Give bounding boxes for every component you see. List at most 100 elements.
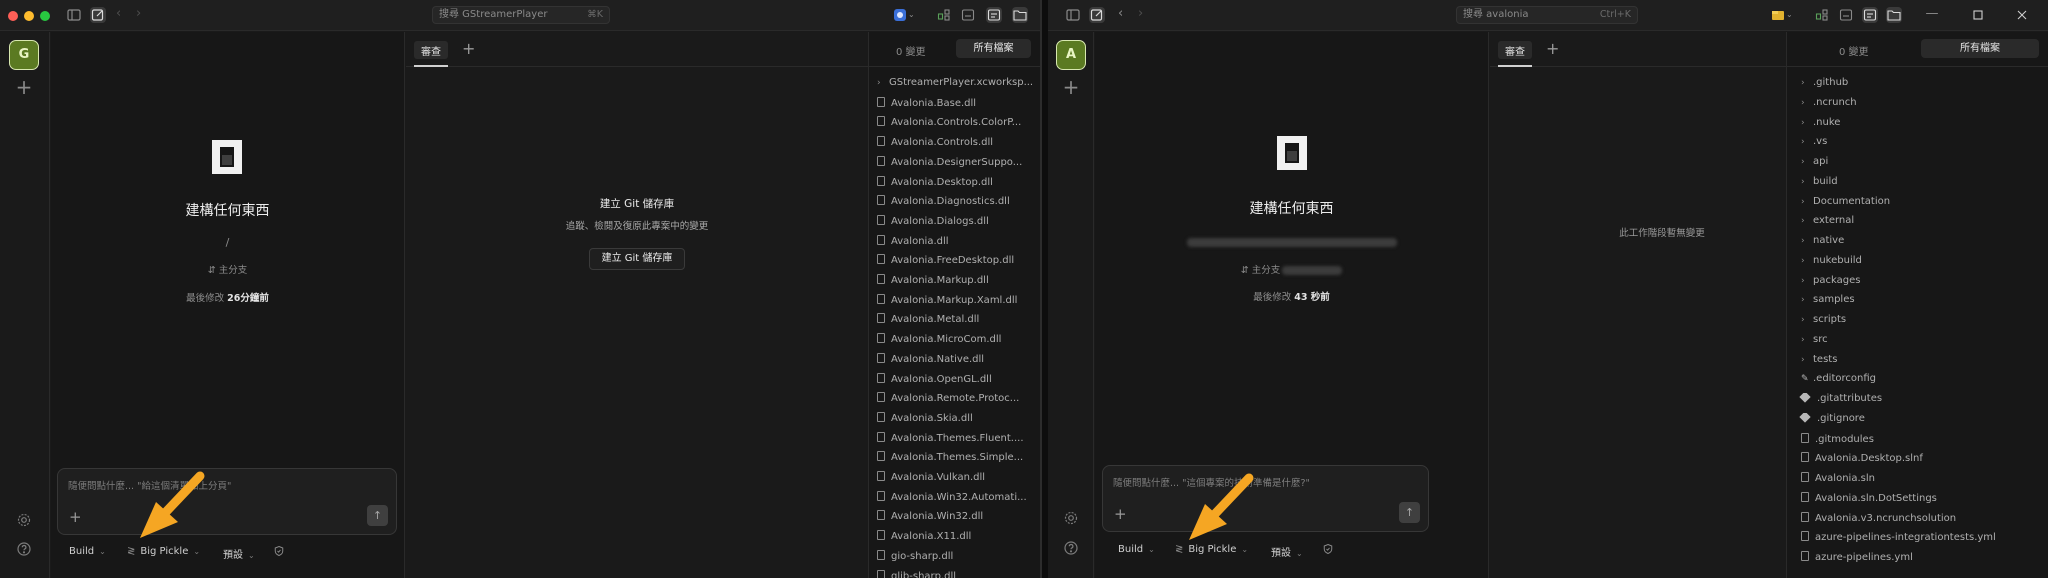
- attach-plus-icon[interactable]: +: [69, 510, 82, 525]
- file-item[interactable]: Avalonia.v3.ncrunchsolution: [1787, 511, 2048, 532]
- editor-picker-icon[interactable]: [1770, 7, 1786, 23]
- help-icon[interactable]: [1063, 540, 1079, 556]
- back-arrow-icon[interactable]: ‹: [1118, 7, 1134, 23]
- file-item[interactable]: Avalonia.DesignerSuppo...: [869, 155, 1040, 176]
- agent-selector[interactable]: Build ⌄: [1118, 544, 1155, 555]
- file-item[interactable]: Avalonia.dll: [869, 234, 1040, 255]
- project-avatar[interactable]: G: [9, 40, 39, 70]
- search-bar[interactable]: 搜尋 avalonia Ctrl+K: [1456, 6, 1638, 24]
- file-item[interactable]: Avalonia.Controls.ColorP...: [869, 116, 1040, 136]
- folder-item[interactable]: › .github: [1787, 77, 2048, 97]
- agent-selector[interactable]: Build ⌄: [69, 546, 106, 557]
- file-item[interactable]: Avalonia.OpenGL.dll: [869, 372, 1040, 393]
- file-item[interactable]: Avalonia.Win32.dll: [869, 510, 1040, 530]
- file-item[interactable]: Avalonia.Markup.dll: [869, 274, 1040, 294]
- panel-bottom-icon[interactable]: [960, 7, 976, 23]
- file-item[interactable]: Avalonia.Base.dll: [869, 96, 1040, 117]
- folder-item[interactable]: › api: [1787, 156, 2048, 176]
- back-arrow-icon[interactable]: ‹: [116, 7, 132, 23]
- file-item[interactable]: azure-pipelines.yml: [1787, 551, 2048, 571]
- send-button[interactable]: ↑: [1399, 502, 1420, 523]
- editor-picker-chevron-icon[interactable]: ⌄: [908, 7, 924, 23]
- file-item[interactable]: .gitattributes: [1787, 393, 2048, 413]
- folder-item[interactable]: › external: [1787, 215, 2048, 235]
- folder-item[interactable]: › GStreamerPlayer.xcworksp...: [869, 77, 1040, 97]
- file-item[interactable]: Avalonia.Dialogs.dll: [869, 214, 1040, 235]
- maximize-window-button[interactable]: [1970, 7, 1986, 23]
- file-item[interactable]: Avalonia.Markup.Xaml.dll: [869, 293, 1040, 314]
- folder-item[interactable]: › build: [1787, 176, 2048, 196]
- sidebar-toggle-icon[interactable]: [1065, 7, 1081, 23]
- add-tab-icon[interactable]: +: [1546, 39, 1559, 58]
- create-git-repo-button[interactable]: 建立 Git 儲存庫: [589, 248, 685, 270]
- model-selector[interactable]: ≷ Big Pickle ⌄: [1175, 544, 1248, 555]
- file-item[interactable]: gio-sharp.dll: [869, 549, 1040, 570]
- all-files-tab[interactable]: 所有檔案: [956, 39, 1031, 58]
- file-item[interactable]: Avalonia.Metal.dll: [869, 313, 1040, 333]
- search-bar[interactable]: 搜尋 GStreamerPlayer ⌘K: [432, 6, 610, 24]
- folder-item[interactable]: › src: [1787, 334, 2048, 354]
- file-item[interactable]: azure-pipelines-integrationtests.yml: [1787, 531, 2048, 551]
- folder-item[interactable]: › packages: [1787, 275, 2048, 295]
- minimize-window-button[interactable]: —: [1924, 7, 1940, 23]
- file-item[interactable]: Avalonia.X11.dll: [869, 530, 1040, 550]
- file-item[interactable]: Avalonia.Desktop.dll: [869, 175, 1040, 196]
- file-item[interactable]: glib-sharp.dll: [869, 569, 1040, 578]
- review-panel-icon[interactable]: [1862, 7, 1878, 23]
- changes-tab[interactable]: 0 變更: [1839, 43, 1869, 58]
- panel-bottom-icon[interactable]: [1838, 7, 1854, 23]
- add-tab-icon[interactable]: +: [462, 39, 475, 58]
- file-item[interactable]: .gitignore: [1787, 412, 2048, 433]
- file-item[interactable]: Avalonia.FreeDesktop.dll: [869, 254, 1040, 274]
- new-session-icon[interactable]: [90, 7, 106, 23]
- folder-item[interactable]: › nukebuild: [1787, 255, 2048, 275]
- help-icon[interactable]: [16, 541, 32, 557]
- project-avatar[interactable]: A: [1056, 40, 1086, 70]
- maximize-window-button[interactable]: [40, 11, 50, 21]
- file-item[interactable]: Avalonia.Native.dll: [869, 352, 1040, 373]
- file-item[interactable]: Avalonia.Controls.dll: [869, 136, 1040, 156]
- file-item[interactable]: Avalonia.MicroCom.dll: [869, 333, 1040, 353]
- close-window-button[interactable]: [2014, 7, 2030, 23]
- prompt-input[interactable]: 隨便問點什麼... "這個專案的技術準備是什麼?" + ↑: [1102, 465, 1429, 532]
- file-item[interactable]: .gitmodules: [1787, 432, 2048, 453]
- file-item[interactable]: ✎ .editorconfig: [1787, 373, 2048, 393]
- file-item[interactable]: Avalonia.Win32.Automati...: [869, 490, 1040, 511]
- folder-item[interactable]: › Documentation: [1787, 196, 2048, 216]
- folder-item[interactable]: › scripts: [1787, 314, 2048, 334]
- folder-item[interactable]: › samples: [1787, 294, 2048, 314]
- file-item[interactable]: Avalonia.Vulkan.dll: [869, 471, 1040, 491]
- editor-picker-icon[interactable]: [892, 7, 908, 23]
- folder-item[interactable]: › .vs: [1787, 136, 2048, 156]
- model-selector[interactable]: ≷ Big Pickle ⌄: [127, 546, 200, 557]
- close-window-button[interactable]: [8, 11, 18, 21]
- file-item[interactable]: Avalonia.Remote.Protoc...: [869, 392, 1040, 412]
- settings-gear-icon[interactable]: [1063, 510, 1079, 526]
- folder-item[interactable]: › .ncrunch: [1787, 97, 2048, 117]
- sidebar-toggle-icon[interactable]: [66, 7, 82, 23]
- file-item[interactable]: Avalonia.sln: [1787, 472, 2048, 492]
- preset-selector[interactable]: 預設 ⌄: [223, 546, 255, 561]
- all-files-tab[interactable]: 所有檔案: [1921, 39, 2039, 58]
- file-item[interactable]: Avalonia.Themes.Fluent....: [869, 431, 1040, 452]
- shield-icon[interactable]: [1322, 543, 1334, 558]
- add-project-icon[interactable]: +: [1061, 77, 1081, 98]
- changes-tab[interactable]: 0 變更: [896, 43, 926, 58]
- editor-picker-chevron-icon[interactable]: ⌄: [1786, 7, 1802, 23]
- prompt-input[interactable]: 隨便問點什麼... "給這個清單加上分頁" + ↑: [57, 468, 397, 535]
- file-item[interactable]: Avalonia.Themes.Simple...: [869, 451, 1040, 471]
- forward-arrow-icon[interactable]: ›: [1138, 7, 1154, 23]
- folder-item[interactable]: › tests: [1787, 354, 2048, 374]
- new-session-icon[interactable]: [1089, 7, 1105, 23]
- file-item[interactable]: Avalonia.Diagnostics.dll: [869, 195, 1040, 215]
- preset-selector[interactable]: 預設 ⌄: [1271, 544, 1303, 559]
- status-icon[interactable]: [1814, 7, 1830, 23]
- file-item[interactable]: Avalonia.Desktop.slnf: [1787, 452, 2048, 472]
- file-item[interactable]: Avalonia.Skia.dll: [869, 411, 1040, 432]
- settings-gear-icon[interactable]: [16, 512, 32, 528]
- shield-icon[interactable]: [273, 545, 285, 560]
- files-panel-icon[interactable]: [1886, 7, 1902, 23]
- minimize-window-button[interactable]: [24, 11, 34, 21]
- folder-item[interactable]: › native: [1787, 235, 2048, 255]
- forward-arrow-icon[interactable]: ›: [136, 7, 152, 23]
